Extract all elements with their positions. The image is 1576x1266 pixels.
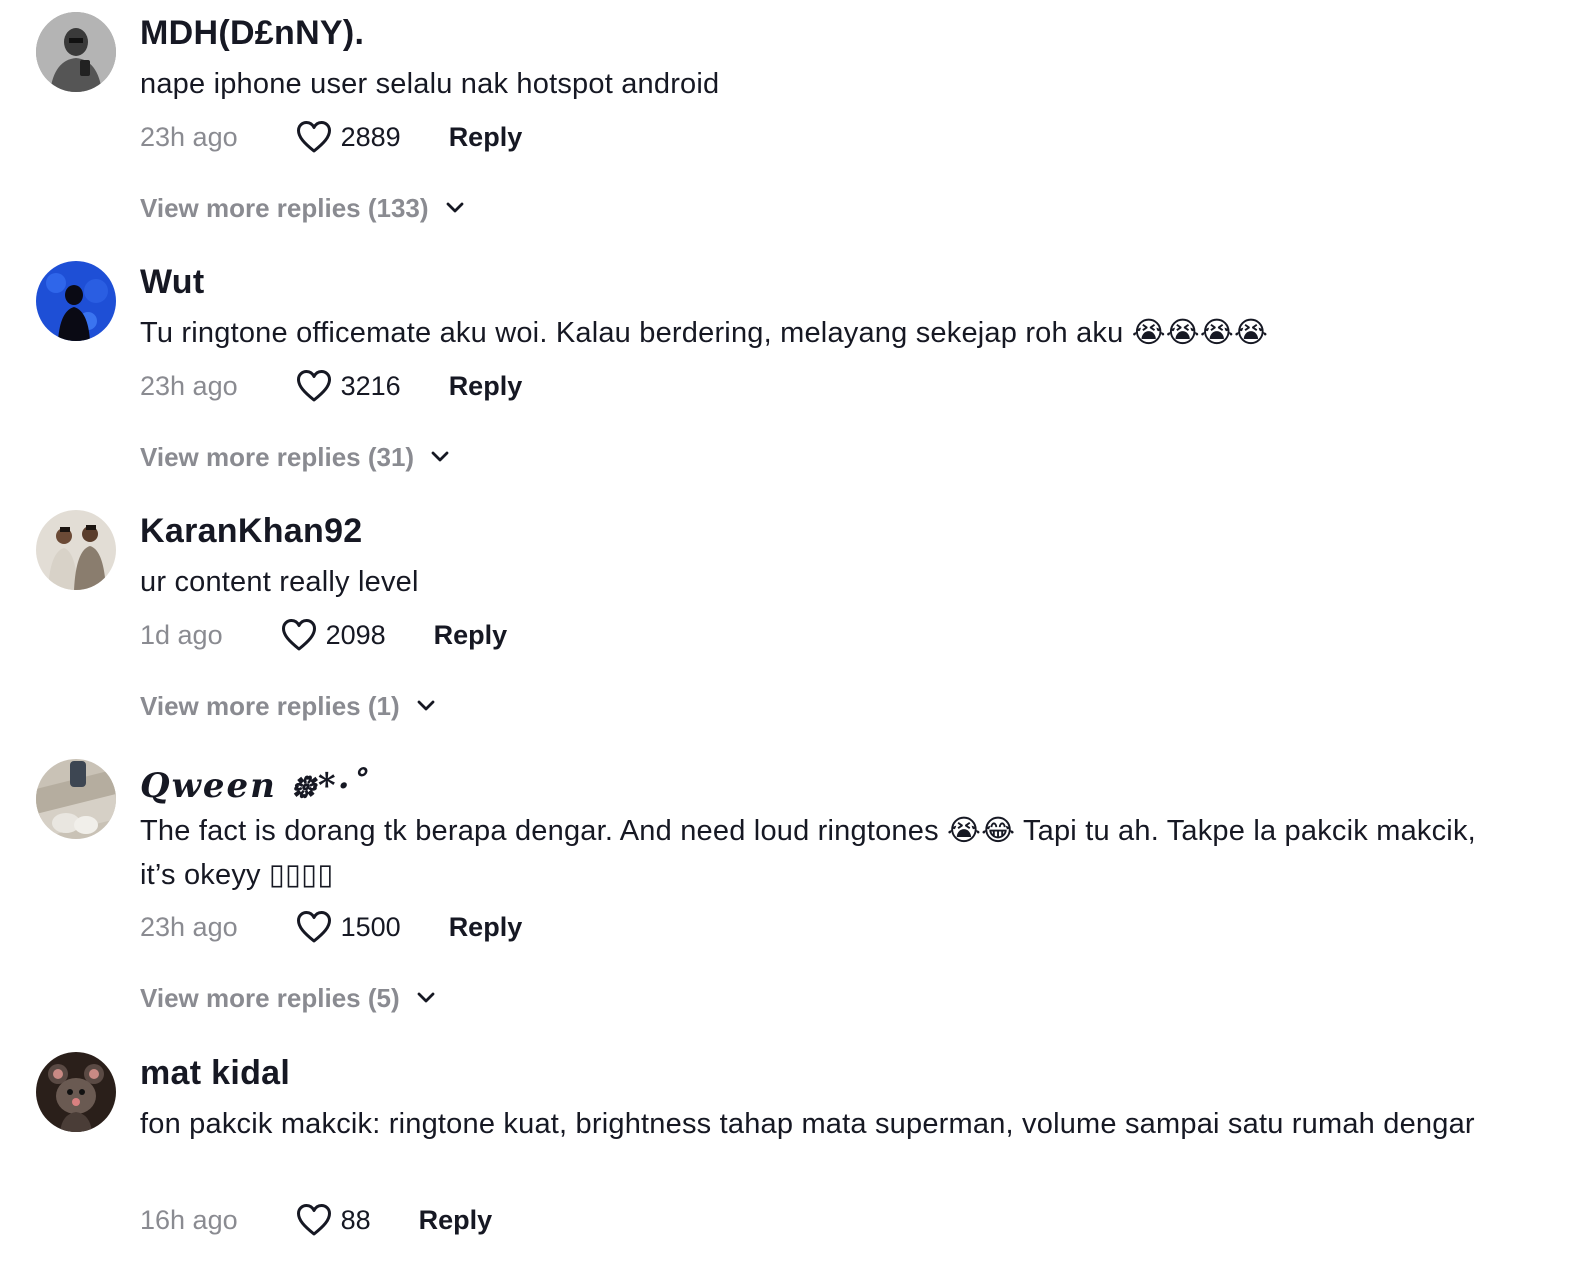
avatar[interactable] xyxy=(36,261,116,341)
comment-timestamp: 23h ago xyxy=(140,911,238,942)
comment-timestamp: 23h ago xyxy=(140,370,238,401)
reply-button[interactable]: Reply xyxy=(449,371,523,402)
comment-meta: 23h ago 2889 Reply xyxy=(140,117,522,157)
comment-text: ur content really level xyxy=(140,566,419,598)
heart-outline-icon xyxy=(296,911,331,943)
avatar[interactable] xyxy=(36,510,116,590)
like-count: 2889 xyxy=(340,121,401,152)
heart-outline-icon xyxy=(296,121,331,153)
avatar-image xyxy=(36,261,116,341)
reply-button[interactable]: Reply xyxy=(419,1205,493,1236)
view-more-replies-label: View more replies (1) xyxy=(140,690,400,721)
avatar-image xyxy=(36,510,116,590)
avatar-image xyxy=(36,12,116,92)
avatar[interactable] xyxy=(36,12,116,92)
comment-text: The fact is dorang tk berapa dengar. And… xyxy=(140,815,1476,891)
like-button[interactable]: 2098 xyxy=(281,618,386,652)
reply-button[interactable]: Reply xyxy=(449,912,523,943)
comment-timestamp: 16h ago xyxy=(140,1204,238,1235)
heart-outline-icon xyxy=(296,370,331,402)
like-count: 3216 xyxy=(340,370,401,401)
view-more-replies-label: View more replies (133) xyxy=(140,192,429,223)
comment-username[interactable]: KaranKhan92 xyxy=(140,512,363,551)
view-more-replies-label: View more replies (31) xyxy=(140,441,415,472)
comment-text: nape iphone user selalu nak hotspot andr… xyxy=(140,68,720,100)
view-more-replies-button[interactable]: View more replies (133) xyxy=(140,190,465,226)
avatar[interactable] xyxy=(36,759,116,839)
chevron-down-icon xyxy=(417,700,435,711)
comment-text: Tu ringtone officemate aku woi. Kalau be… xyxy=(140,317,1269,349)
view-more-replies-button[interactable]: View more replies (5) xyxy=(140,980,436,1016)
like-button[interactable]: 88 xyxy=(296,1203,371,1237)
comment-username[interactable]: mat kidal xyxy=(140,1054,290,1093)
reply-button[interactable]: Reply xyxy=(434,620,508,651)
like-count: 2098 xyxy=(325,619,386,650)
like-count: 1500 xyxy=(340,911,401,942)
avatar-image xyxy=(36,1052,116,1132)
chevron-down-icon xyxy=(431,451,449,462)
chevron-down-icon xyxy=(417,992,435,1003)
comment-username[interactable]: 𝑸𝒘𝒆𝒆𝒏 ᪥*·˚ xyxy=(140,761,371,815)
like-button[interactable]: 3216 xyxy=(296,369,401,403)
like-button[interactable]: 2889 xyxy=(296,120,401,154)
comment-username[interactable]: MDH(D£nNY). xyxy=(140,14,364,53)
like-count: 88 xyxy=(340,1204,371,1235)
view-more-replies-button[interactable]: View more replies (1) xyxy=(140,688,436,724)
comment-timestamp: 23h ago xyxy=(140,121,238,152)
comment-meta: 23h ago 1500 Reply xyxy=(140,907,522,947)
avatar[interactable] xyxy=(36,1052,116,1132)
view-more-replies-label: View more replies (5) xyxy=(140,982,400,1013)
like-button[interactable]: 1500 xyxy=(296,910,401,944)
heart-outline-icon xyxy=(281,619,316,651)
comment-username[interactable]: Wut xyxy=(140,263,204,302)
comment-meta: 16h ago 88 Reply xyxy=(140,1200,492,1240)
heart-outline-icon xyxy=(296,1204,331,1236)
comment-meta: 1d ago 2098 Reply xyxy=(140,615,507,655)
chevron-down-icon xyxy=(446,202,463,213)
comment-meta: 23h ago 3216 Reply xyxy=(140,366,522,406)
comment-text: fon pakcik makcik: ringtone kuat, bright… xyxy=(140,1108,1475,1140)
avatar-image xyxy=(36,759,116,839)
view-more-replies-button[interactable]: View more replies (31) xyxy=(140,439,450,475)
reply-button[interactable]: Reply xyxy=(449,122,523,153)
comment-timestamp: 1d ago xyxy=(140,619,223,650)
